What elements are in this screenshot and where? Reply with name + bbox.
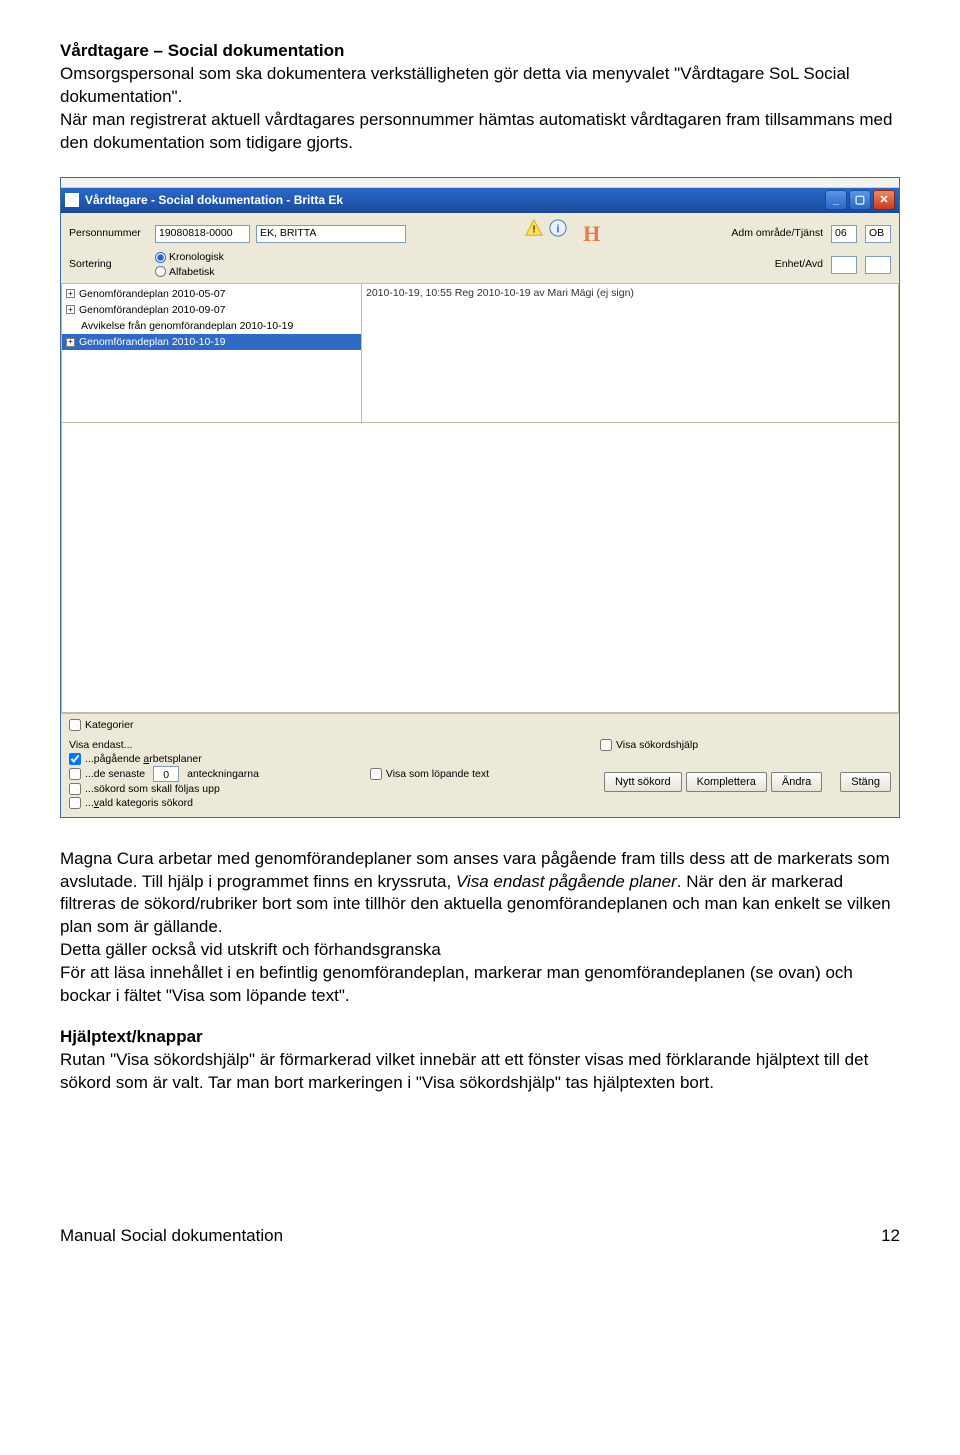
window-minimize-button[interactable]: _ (825, 190, 847, 210)
warning-icon: ! (525, 219, 543, 237)
andra-button[interactable]: Ändra (771, 772, 822, 792)
info-icon: i (549, 219, 567, 237)
senaste-num[interactable]: 0 (153, 766, 179, 782)
app-icon (65, 193, 79, 207)
tree-item-label: Genomförandeplan 2010-10-19 (79, 335, 226, 349)
senaste-check[interactable]: ...de senaste 0 anteckningarna (69, 766, 259, 782)
app-screenshot: Vårdtagare - Social dokumentation - Brit… (60, 177, 900, 818)
lopande-check[interactable]: Visa som löpande text (370, 738, 489, 811)
section-heading: Vårdtagare – Social dokumentation (60, 41, 344, 60)
paragraph-text: Detta gäller också vid utskrift och förh… (60, 940, 441, 959)
sort-krono-label: Kronologisk (169, 250, 224, 264)
window-maximize-button[interactable]: ▢ (849, 190, 871, 210)
sokordshjalp-label: Visa sökordshjälp (616, 738, 698, 752)
senaste-post-label: anteckningarna (187, 767, 259, 781)
expand-icon[interactable]: + (66, 338, 75, 347)
vald-kategori-check[interactable]: ...vald kategoris sökord (69, 796, 259, 810)
tree-panel: + Genomförandeplan 2010-05-07 + Genomföran… (61, 283, 899, 423)
sort-alfa-label: Alfabetisk (169, 265, 215, 279)
nytt-sokord-button[interactable]: Nytt sökord (604, 772, 682, 792)
tree-item-label: Avvikelse från genomförandeplan 2010-10-… (81, 319, 293, 333)
entry-metadata: 2010-10-19, 10:55 Reg 2010-10-19 av Mari… (366, 287, 634, 299)
sort-alfa-radio[interactable]: Alfabetisk (155, 265, 224, 279)
tree-item[interactable]: + Genomförandeplan 2010-05-07 (62, 286, 361, 302)
tree-item[interactable]: + Genomförandeplan 2010-09-07 (62, 302, 361, 318)
tree-item-label: Genomförandeplan 2010-05-07 (79, 287, 226, 301)
sokordshjalp-check[interactable]: Visa sökordshjälp (600, 738, 891, 752)
footer-page-number: 12 (881, 1225, 900, 1248)
italic-phrase: Visa endast pågående planer (456, 872, 677, 891)
stang-button[interactable]: Stäng (840, 772, 891, 792)
sortering-label: Sortering (69, 257, 149, 271)
komplettera-button[interactable]: Komplettera (686, 772, 767, 792)
expand-icon[interactable]: + (66, 305, 75, 314)
tree-item-label: Genomförandeplan 2010-09-07 (79, 303, 226, 317)
visa-endast-label: Visa endast... (69, 739, 132, 751)
tree-detail: 2010-10-19, 10:55 Reg 2010-10-19 av Mari… (362, 284, 898, 422)
sort-krono-radio[interactable]: Kronologisk (155, 250, 224, 264)
enhet-field-2[interactable] (865, 256, 891, 274)
senaste-label: ...de senaste (85, 767, 145, 781)
pagaende-label: ...pågående arbetsplaner (85, 752, 202, 766)
tree-item-selected[interactable]: + Genomförandeplan 2010-10-19 (62, 334, 361, 350)
filter-panel: Kategorier Visa endast... ...pågående ar… (61, 713, 899, 817)
footer-title: Manual Social dokumentation (60, 1226, 283, 1245)
personnummer-field[interactable]: 19080818-0000 (155, 225, 250, 243)
expand-icon[interactable]: + (66, 289, 75, 298)
section-heading: Hjälptext/knappar (60, 1027, 203, 1046)
enhet-field-1[interactable] (831, 256, 857, 274)
kategorier-check[interactable]: Kategorier (69, 718, 891, 732)
personnummer-label: Personnummer (69, 226, 149, 240)
enhet-label: Enhet/Avd (775, 257, 823, 271)
adm-field-1[interactable]: 06 (831, 225, 857, 243)
window-title: Vårdtagare - Social dokumentation - Brit… (85, 192, 343, 208)
adm-field-2[interactable]: OB (865, 225, 891, 243)
content-viewer[interactable] (61, 423, 899, 713)
adm-label: Adm område/Tjänst (731, 226, 823, 240)
paragraph-text: När man registrerat aktuell vårdtagares … (60, 110, 892, 152)
paragraph-text: Omsorgspersonal som ska dokumentera verk… (60, 64, 850, 106)
folj-label: ...sökord som skall följas upp (85, 782, 220, 796)
lopande-label: Visa som löpande text (386, 767, 489, 781)
paragraph-text: Rutan "Visa sökordshjälp" är förmarkerad… (60, 1050, 868, 1092)
pagaende-check[interactable]: ...pågående arbetsplaner (69, 752, 259, 766)
name-field[interactable]: EK, BRITTA (256, 225, 406, 243)
svg-text:!: ! (532, 224, 535, 235)
tree-list[interactable]: + Genomförandeplan 2010-05-07 + Genomföran… (62, 284, 362, 422)
tree-item[interactable]: Avvikelse från genomförandeplan 2010-10-… (62, 318, 361, 334)
kategorier-label: Kategorier (85, 718, 133, 732)
page-footer: Manual Social dokumentation 12 (60, 1225, 900, 1245)
h-indicator: H (583, 219, 600, 249)
paragraph-text: För att läsa innehållet i en befintlig g… (60, 963, 853, 1005)
form-header: Personnummer 19080818-0000 EK, BRITTA ! … (61, 213, 899, 283)
window-titlebar: Vårdtagare - Social dokumentation - Brit… (61, 188, 899, 213)
menu-hint (61, 178, 899, 188)
window-close-button[interactable]: ✕ (873, 190, 895, 210)
vald-kategori-label: ...vald kategoris sökord (85, 796, 193, 810)
svg-text:i: i (557, 223, 560, 235)
folj-check[interactable]: ...sökord som skall följas upp (69, 782, 259, 796)
